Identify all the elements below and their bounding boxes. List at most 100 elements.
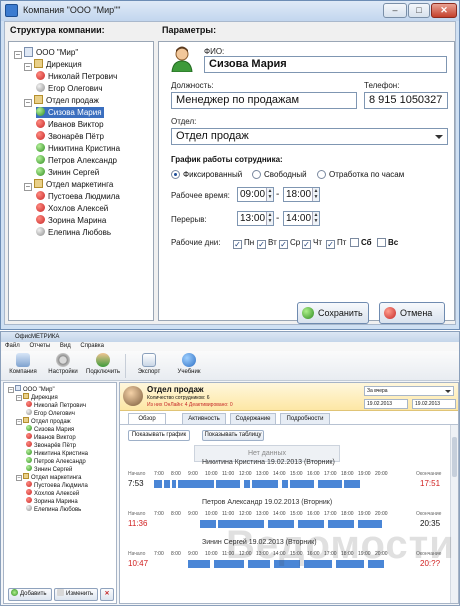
day-sun-checkbox[interactable]: Вс bbox=[377, 238, 398, 247]
checkbox-unchecked-icon bbox=[377, 238, 386, 247]
day-mon-checkbox[interactable]: ✓ Пн bbox=[233, 238, 254, 249]
collapse-icon[interactable]: – bbox=[14, 51, 22, 59]
tree-employee[interactable]: Елепина Любовь bbox=[36, 227, 111, 238]
maximize-button[interactable]: □ bbox=[408, 3, 430, 18]
tree-employee[interactable]: Иванов Виктор bbox=[36, 119, 104, 130]
tree-employee[interactable]: Егор Олегович bbox=[36, 83, 103, 94]
tree-employee[interactable]: Звонарёв Пётр bbox=[26, 441, 76, 449]
hour-tick: 11:00 bbox=[222, 471, 235, 477]
collapse-icon[interactable]: – bbox=[16, 419, 22, 425]
menu-file[interactable]: Файл bbox=[5, 343, 20, 349]
tree-employee[interactable]: Зорина Марина bbox=[26, 497, 78, 505]
tutorial-button[interactable]: Учебник bbox=[169, 353, 209, 380]
tab-details[interactable]: Подробности bbox=[280, 413, 330, 424]
spinner-icon[interactable]: ▲ ▼ bbox=[266, 188, 273, 201]
connect-button[interactable]: Подключить bbox=[83, 353, 123, 380]
work-to-input[interactable]: 18:00 ▲ ▼ bbox=[283, 187, 320, 202]
tree-employee[interactable]: Петров Александр bbox=[36, 155, 117, 166]
schedule-title: График работы сотрудника: bbox=[171, 155, 283, 164]
tree-root[interactable]: – ООО "Мир" bbox=[14, 47, 78, 59]
export-button[interactable]: Экспорт bbox=[129, 353, 169, 380]
tree-group-sales[interactable]: – Отдел продаж bbox=[16, 417, 71, 425]
break-to-input[interactable]: 14:00 ▲ ▼ bbox=[283, 211, 320, 226]
position-input[interactable]: Менеджер по продажам bbox=[171, 92, 357, 109]
collapse-icon[interactable]: – bbox=[24, 99, 32, 107]
schedule-hours-radio[interactable]: Отработка по часам bbox=[317, 170, 404, 179]
tree-employee[interactable]: Сизова Мария bbox=[26, 425, 74, 433]
fio-input[interactable]: Сизова Мария bbox=[204, 56, 447, 73]
day-sat-checkbox[interactable]: Сб bbox=[350, 238, 372, 247]
spinner-icon[interactable]: ▲ ▼ bbox=[266, 212, 273, 225]
toolbar-label: Экспорт bbox=[137, 369, 161, 375]
schedule-free-radio[interactable]: Свободный bbox=[252, 170, 307, 179]
collapse-icon[interactable]: – bbox=[24, 183, 32, 191]
tree-employee[interactable]: Елепина Любовь bbox=[26, 505, 81, 513]
radio-label: Свободный bbox=[264, 170, 307, 179]
tree-employee[interactable]: Хохлов Алексей bbox=[36, 203, 108, 214]
tree-employee[interactable]: Никитина Кристина bbox=[26, 449, 88, 457]
day-fri-checkbox[interactable]: ✓ Пт bbox=[326, 238, 346, 249]
edit-button[interactable]: Изменить bbox=[54, 588, 98, 601]
day-tue-checkbox[interactable]: ✓ Вт bbox=[257, 238, 277, 249]
tree-employee[interactable]: Пустоева Людмила bbox=[26, 481, 88, 489]
collapse-icon[interactable]: – bbox=[8, 387, 14, 393]
activity-bar bbox=[188, 560, 210, 568]
menu-view[interactable]: Вид bbox=[60, 343, 71, 349]
spinner-icon[interactable]: ▲ ▼ bbox=[312, 212, 319, 225]
menu-reports[interactable]: Отчеты bbox=[29, 343, 50, 349]
tree-employee[interactable]: Пустоева Людмила bbox=[36, 191, 120, 202]
phone-input[interactable]: 8 915 1050327 bbox=[364, 92, 448, 109]
tree-root[interactable]: – ООО "Мир" bbox=[8, 385, 55, 393]
date-to-input[interactable]: 19.02.2013 bbox=[412, 399, 456, 409]
spinner-icon[interactable]: ▲ ▼ bbox=[312, 188, 319, 201]
menu-help[interactable]: Справка bbox=[80, 343, 104, 349]
day-wed-checkbox[interactable]: ✓ Ср bbox=[279, 238, 300, 249]
company-icon bbox=[24, 47, 33, 57]
minimize-button[interactable]: – bbox=[383, 3, 407, 18]
tree-employee[interactable]: Звонарёв Пётр bbox=[36, 131, 104, 142]
collapse-icon[interactable]: – bbox=[16, 475, 22, 481]
add-button[interactable]: Добавить bbox=[8, 588, 52, 601]
cancel-button[interactable]: Отмена bbox=[379, 302, 445, 324]
tree-employee[interactable]: Никитина Кристина bbox=[36, 143, 120, 154]
tree-employee[interactable]: Зорина Марина bbox=[36, 215, 106, 226]
date-from-value: 19.02.2013 bbox=[367, 401, 393, 407]
tree-employee[interactable]: Николай Петрович bbox=[36, 71, 117, 82]
date-from-input[interactable]: 19.02.2013 bbox=[364, 399, 408, 409]
schedule-fixed-radio[interactable]: Фиксированный bbox=[171, 170, 242, 179]
break-from-input[interactable]: 13:00 ▲ ▼ bbox=[237, 211, 274, 226]
day-thu-checkbox[interactable]: ✓ Чт bbox=[302, 238, 322, 249]
period-select[interactable]: За вчера bbox=[364, 386, 454, 396]
scroll-thumb[interactable] bbox=[452, 437, 457, 477]
show-chart-button[interactable]: Показывать график bbox=[128, 430, 190, 441]
settings-button[interactable]: Настройки bbox=[43, 353, 83, 380]
dept-select[interactable]: Отдел продаж bbox=[171, 128, 448, 145]
tree-employee[interactable]: Зинин Сергей bbox=[26, 465, 72, 473]
tree-group-sales[interactable]: – Отдел продаж bbox=[24, 95, 99, 107]
tree-group-marketing[interactable]: – Отдел маркетинга bbox=[24, 179, 113, 191]
close-button[interactable]: ✕ bbox=[431, 3, 457, 18]
tree-group-marketing[interactable]: – Отдел маркетинга bbox=[16, 473, 81, 481]
collapse-icon[interactable]: – bbox=[16, 395, 22, 401]
tree-employee[interactable]: Хохлов Алексей bbox=[26, 489, 79, 497]
tree-employee[interactable]: Егор Олегович bbox=[26, 409, 75, 417]
tree-group-direction[interactable]: – Дирекция bbox=[24, 59, 82, 71]
company-button[interactable]: Компания bbox=[3, 353, 43, 380]
tree-employee-selected[interactable]: Сизова Мария bbox=[36, 107, 104, 118]
tree-employee[interactable]: Иванов Виктор bbox=[26, 433, 76, 441]
collapse-icon[interactable]: – bbox=[24, 63, 32, 71]
app-title: ОфисМЕТРИКА bbox=[15, 334, 60, 340]
tree-employee[interactable]: Николай Петрович bbox=[26, 401, 86, 409]
show-table-button[interactable]: Показывать таблицу bbox=[202, 430, 264, 441]
save-button[interactable]: Сохранить bbox=[297, 302, 369, 324]
delete-button[interactable]: ✕ bbox=[100, 588, 114, 601]
tree-employee[interactable]: Зинин Сергей bbox=[36, 167, 99, 178]
tab-content[interactable]: Содержание bbox=[230, 413, 276, 424]
fio-label: ФИО: bbox=[204, 47, 225, 56]
tab-activity[interactable]: Активность bbox=[182, 413, 226, 424]
vertical-scrollbar[interactable] bbox=[450, 425, 458, 603]
work-from-input[interactable]: 09:00 ▲ ▼ bbox=[237, 187, 274, 202]
tab-overview[interactable]: Обзор bbox=[128, 413, 166, 424]
tree-employee[interactable]: Петров Александр bbox=[26, 457, 86, 465]
tree-group-direction[interactable]: – Дирекция bbox=[16, 393, 58, 401]
